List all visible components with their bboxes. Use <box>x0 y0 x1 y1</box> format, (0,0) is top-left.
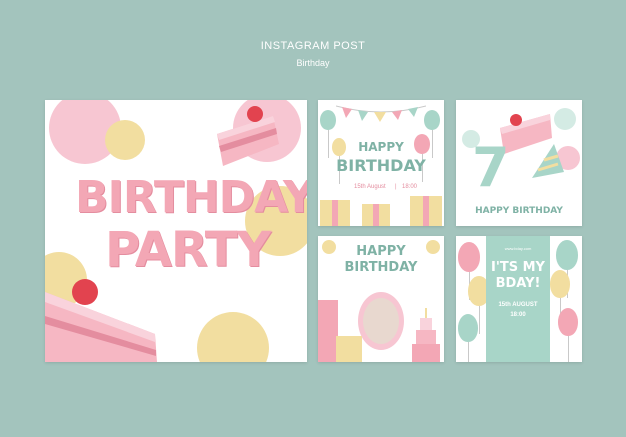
balloon-icon <box>458 242 480 300</box>
balloon-icon <box>558 308 578 362</box>
card2-separator: | <box>395 184 397 190</box>
cake-slice-icon <box>217 106 279 166</box>
cake-slice-icon <box>45 279 157 362</box>
balloon-icon <box>556 240 578 298</box>
decor-circle-mint <box>554 108 576 130</box>
card5-date: 15th AUGUST <box>498 302 538 308</box>
text-panel <box>486 236 550 362</box>
balloon-icon <box>550 270 570 326</box>
decor-circle-yellow-3 <box>197 312 269 362</box>
card2-happy: HAPPY <box>358 140 404 154</box>
page-title: INSTAGRAM POST <box>260 40 366 52</box>
gift-box-icon <box>336 336 362 362</box>
balloon-icon <box>424 110 440 158</box>
headline-birthday: BIRTHDAY <box>75 172 307 223</box>
balloon-icon <box>320 110 336 158</box>
headline-party: PARTY <box>105 222 271 278</box>
balloon-icon <box>458 314 478 362</box>
card4-happy: HAPPY <box>356 244 406 259</box>
post-card-number-seven[interactable]: 7 HAPPY BIRTHDAY <box>456 100 582 226</box>
page-subtitle: Birthday <box>296 58 330 68</box>
gift-box-icon <box>320 196 442 226</box>
bunting-flags-icon <box>336 105 426 122</box>
decor-circle-yellow <box>105 120 145 160</box>
birthday-cake-icon <box>412 308 440 362</box>
post-card-its-my-bday[interactable]: www.bday.com I'TS MY BDAY! 15th AUGUST 1… <box>456 236 582 362</box>
child-photo <box>363 298 399 344</box>
post-card-happy-birthday-photo[interactable]: HAPPY BIRTHDAY <box>318 236 444 362</box>
card5-time: 18:00 <box>510 312 526 318</box>
card2-birthday: BIRTHDAY <box>336 156 426 175</box>
post-card-birthday-party[interactable]: BIRTHDAY PARTY <box>45 100 307 362</box>
card5-line2: BDAY! <box>495 276 541 291</box>
card4-birthday: BIRTHDAY <box>344 260 418 275</box>
card2-date: 15th August <box>354 184 386 190</box>
post-card-happy-birthday-gifts[interactable]: HAPPY BIRTHDAY 15th August | 18:00 <box>318 100 444 226</box>
gift-box-icon <box>318 300 338 362</box>
party-hat-icon <box>532 144 564 178</box>
card5-line1: I'TS MY <box>491 260 545 275</box>
card3-number: 7 <box>472 136 510 199</box>
card5-site: www.bday.com <box>504 246 532 251</box>
card3-text: HAPPY BIRTHDAY <box>475 206 563 216</box>
card2-time: 18:00 <box>402 184 418 190</box>
